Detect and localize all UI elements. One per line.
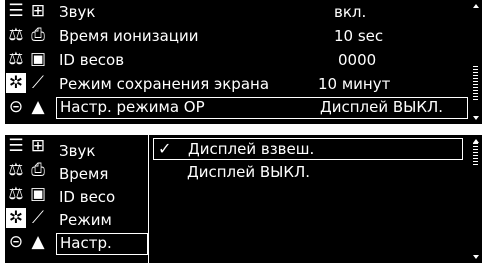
- menu-row-op-mode[interactable]: Настр. режима ОР Дисплей ВЫКЛ.: [56, 97, 468, 119]
- dropdown-option-label: Дисплей взвеш.: [188, 140, 315, 158]
- scroll-thumb[interactable]: [473, 66, 478, 102]
- menu-row-value: 10 sec: [334, 27, 384, 45]
- app-save-icon[interactable]: ⊞: [28, 1, 48, 21]
- settings-screen: ☰ ⊞ ⚖ ⎙ ⚖ ▣ ✲ ⟋ ⊝ ▲ Звук вкл. Время иони…: [5, 0, 482, 124]
- floppy-disk-icon[interactable]: ▣: [28, 49, 48, 69]
- menu-row-screensaver[interactable]: Режим: [56, 209, 148, 231]
- scrollbar[interactable]: [472, 4, 479, 120]
- menu-row-op-mode[interactable]: Настр.: [56, 233, 148, 255]
- ionizer-icon[interactable]: ▲: [28, 97, 48, 117]
- balance-scale-icon[interactable]: ⚖: [6, 160, 26, 180]
- calibration-icon[interactable]: ⊝: [6, 232, 26, 252]
- menu-row-label: ID весов: [59, 51, 125, 69]
- menu-row-scale-id[interactable]: ID весов 0000: [56, 49, 468, 71]
- dropdown-option-label: Дисплей ВЫКЛ.: [187, 163, 311, 181]
- percent-weighing-icon[interactable]: ⚖: [6, 184, 26, 204]
- dropdown-option-display-weighing[interactable]: ✓ Дисплей взвеш.: [153, 138, 463, 160]
- percent-weighing-icon[interactable]: ⚖: [6, 49, 26, 69]
- menu-row-label: Время: [59, 165, 109, 183]
- menu-row-label: Настр.: [60, 234, 112, 252]
- menu-row-value: 10 минут: [318, 75, 391, 93]
- dropdown-option-display-off[interactable]: Дисплей ВЫКЛ.: [153, 162, 463, 184]
- menu-row-sound[interactable]: Звук вкл.: [56, 1, 468, 23]
- menu-row-label: Настр. режима ОР: [60, 98, 205, 116]
- check-icon: ✓: [158, 139, 172, 158]
- ionizer-icon[interactable]: ▲: [28, 232, 48, 252]
- menu-row-label: Режим сохранения экрана: [59, 75, 270, 93]
- statistics-chart-icon[interactable]: ⟋: [28, 73, 48, 93]
- menu-row-label: Время ионизации: [59, 27, 199, 45]
- menu-row-ionization-time[interactable]: Время ионизации 10 sec: [56, 25, 468, 47]
- print-icon[interactable]: ⎙: [28, 25, 48, 45]
- scroll-up-arrow-icon[interactable]: [473, 4, 479, 8]
- list-icon[interactable]: ☰: [6, 1, 26, 21]
- menu-row-screensaver[interactable]: Режим сохранения экрана 10 минут: [56, 73, 468, 95]
- op-mode-dropdown: ✓ Дисплей взвеш. Дисплей ВЫКЛ.: [148, 135, 467, 263]
- sidebar: ☰ ⊞ ⚖ ⎙ ⚖ ▣ ✲ ⟋ ⊝ ▲: [5, 135, 49, 263]
- settings-screen-with-dropdown: ☰ ⊞ ⚖ ⎙ ⚖ ▣ ✲ ⟋ ⊝ ▲ Звук Время ID весо Р…: [5, 135, 482, 263]
- scroll-down-arrow-icon[interactable]: [473, 255, 479, 259]
- menu-row-ionization-time[interactable]: Время: [56, 163, 148, 185]
- settings-gear-icon[interactable]: ✲: [6, 73, 26, 93]
- menu-row-sound[interactable]: Звук: [56, 140, 148, 162]
- menu-row-value: вкл.: [334, 3, 367, 21]
- menu-row-scale-id[interactable]: ID весо: [56, 186, 148, 208]
- scroll-down-arrow-icon[interactable]: [473, 116, 479, 120]
- menu-row-value: Дисплей ВЫКЛ.: [320, 98, 444, 116]
- menu-row-label: Звук: [59, 142, 96, 160]
- menu-row-value: 0000: [338, 51, 377, 69]
- menu-row-label: Режим: [59, 211, 112, 229]
- sidebar: ☰ ⊞ ⚖ ⎙ ⚖ ▣ ✲ ⟋ ⊝ ▲: [5, 0, 49, 124]
- list-icon[interactable]: ☰: [6, 136, 26, 156]
- print-icon[interactable]: ⎙: [28, 160, 48, 180]
- floppy-disk-icon[interactable]: ▣: [28, 184, 48, 204]
- balance-scale-icon[interactable]: ⚖: [6, 25, 26, 45]
- app-save-icon[interactable]: ⊞: [28, 136, 48, 156]
- scroll-thumb[interactable]: [473, 143, 478, 167]
- statistics-chart-icon[interactable]: ⟋: [28, 208, 48, 228]
- menu-row-label: Звук: [59, 3, 96, 21]
- calibration-icon[interactable]: ⊝: [6, 97, 26, 117]
- settings-gear-icon[interactable]: ✲: [6, 208, 26, 228]
- scrollbar[interactable]: [472, 139, 479, 259]
- menu-row-label: ID весо: [59, 188, 116, 206]
